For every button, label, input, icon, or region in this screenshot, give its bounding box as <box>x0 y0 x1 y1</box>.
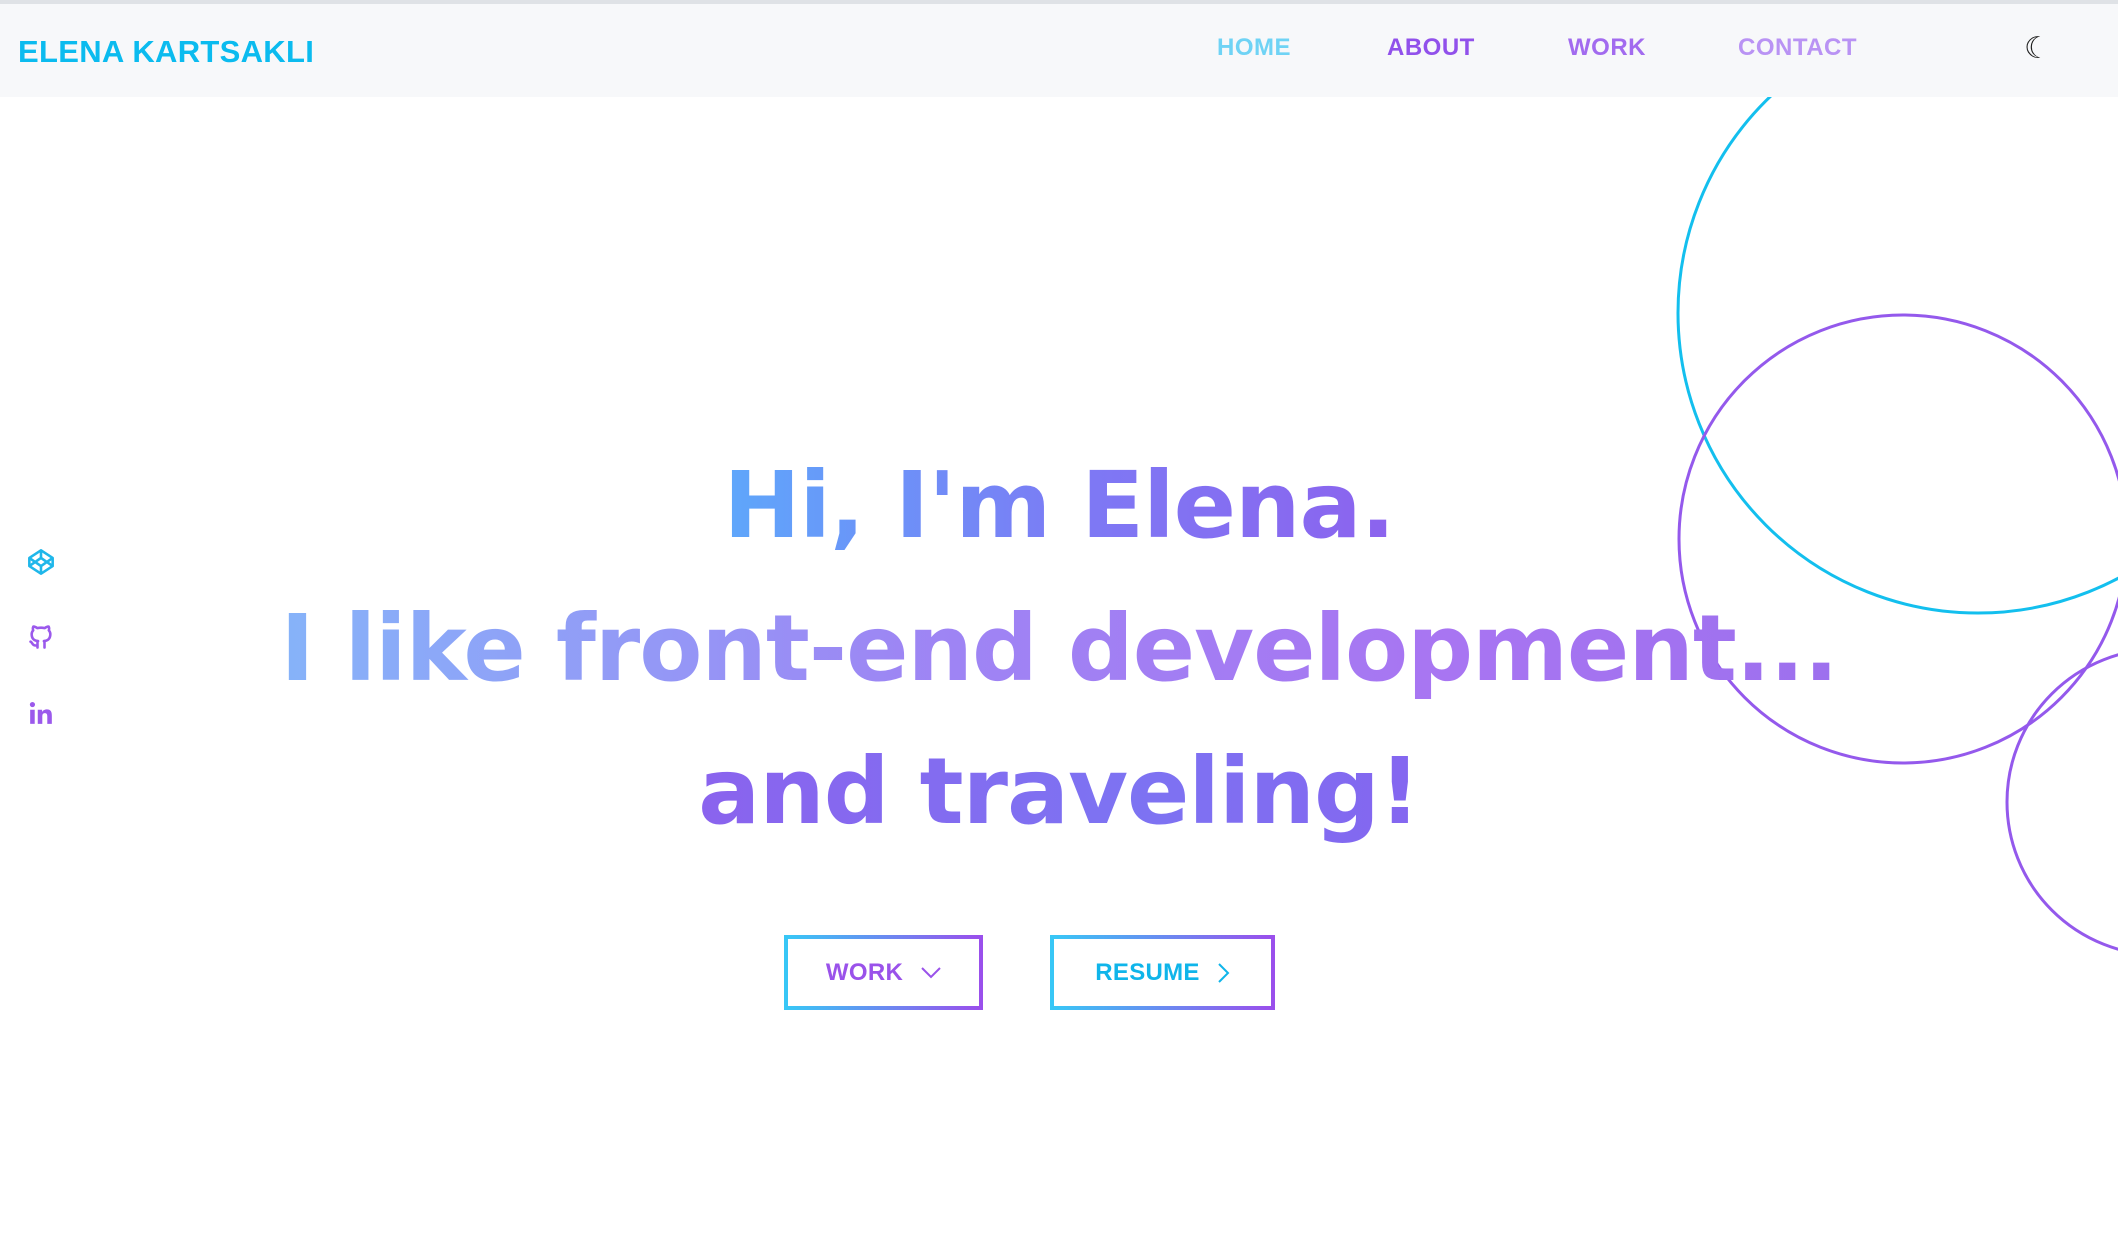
hero-heading-text-1: Hi, I'm Elena. <box>723 452 1395 559</box>
resume-button[interactable]: RESUME <box>1050 935 1275 1010</box>
theme-toggle-moon-icon[interactable]: ☾ <box>2024 34 2051 64</box>
chevron-right-icon <box>1218 962 1230 983</box>
linkedin-icon[interactable] <box>24 696 58 730</box>
resume-button-label: RESUME <box>1095 958 1200 986</box>
hero-heading-line-1: Hi, I'm Elena. <box>0 455 2118 556</box>
brand-logo[interactable]: ELENA KARTSAKLI <box>18 34 314 70</box>
work-button[interactable]: WORK <box>784 935 983 1010</box>
nav-link-contact[interactable]: CONTACT <box>1738 34 1857 62</box>
navbar: ELENA KARTSAKLI HOME ABOUT WORK CONTACT … <box>0 4 2118 97</box>
nav-link-home[interactable]: HOME <box>1217 34 1291 62</box>
chevron-down-icon <box>921 966 941 978</box>
hero-heading-text-2: I like front-end development... <box>280 595 1838 702</box>
work-button-label: WORK <box>825 958 904 986</box>
nav-link-about[interactable]: ABOUT <box>1387 34 1475 62</box>
hero-heading-text-3: and traveling! <box>698 738 1421 845</box>
hero-heading-line-3: and traveling! <box>0 741 2118 842</box>
hero-heading-line-2: I like front-end development... <box>0 598 2118 699</box>
nav-link-work[interactable]: WORK <box>1568 34 1646 62</box>
